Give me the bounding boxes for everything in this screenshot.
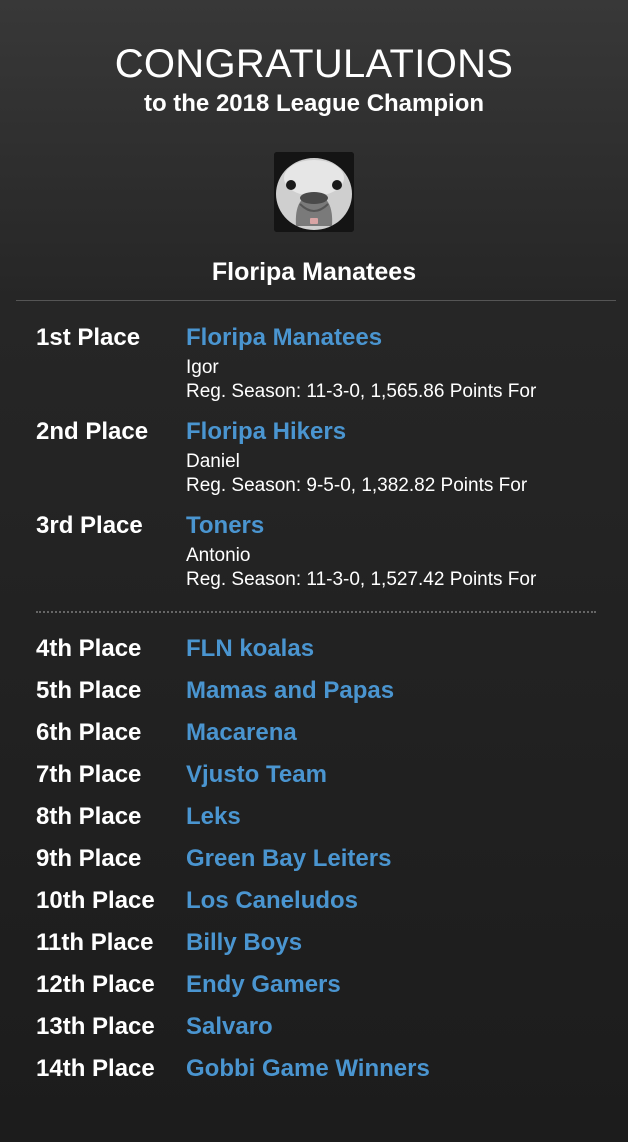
place-label: 1st Place [36, 324, 141, 351]
season-record: Reg. Season: 9-5-0, 1,382.82 Points For [186, 475, 528, 496]
dotted-divider [36, 611, 596, 613]
champion-team-name: Floripa Manatees [211, 258, 417, 286]
podium-row-1st: 1st Place Floripa Manatees Igor Reg. Sea… [0, 322, 628, 416]
section-divider [16, 300, 616, 301]
place-label: 2nd Place [36, 418, 149, 445]
podium-list: 1st Place Floripa Manatees Igor Reg. Sea… [0, 322, 628, 604]
place-label: 11th Place [36, 929, 154, 956]
place-label: 5th Place [36, 677, 142, 704]
place-label: 12th Place [36, 971, 155, 998]
place-label: 4th Place [36, 635, 142, 662]
team-link[interactable]: Salvaro [186, 1010, 273, 1044]
podium-row-3rd: 3rd Place Toners Antonio Reg. Season: 11… [0, 510, 628, 604]
team-link[interactable]: FLN koalas [186, 632, 314, 666]
place-label: 6th Place [36, 719, 142, 746]
team-link[interactable]: Leks [186, 800, 241, 834]
standings-row: 4th Place FLN koalas [0, 632, 628, 674]
team-link[interactable]: Mamas and Papas [186, 674, 394, 708]
standings-row: 11th Place Billy Boys [0, 926, 628, 968]
team-link[interactable]: Green Bay Leiters [186, 842, 391, 876]
team-link[interactable]: Gobbi Game Winners [186, 1052, 430, 1086]
standings-row: 5th Place Mamas and Papas [0, 674, 628, 716]
page-subtitle: to the 2018 League Champion [143, 90, 485, 117]
owner-name: Antonio [186, 545, 251, 566]
place-label: 10th Place [36, 887, 155, 914]
standings-row: 14th Place Gobbi Game Winners [0, 1052, 628, 1094]
team-link[interactable]: Macarena [186, 716, 297, 750]
champion-header: CONGRATULATIONS to the 2018 League Champ… [0, 0, 628, 287]
standings-row: 6th Place Macarena [0, 716, 628, 758]
team-link[interactable]: Los Caneludos [186, 884, 358, 918]
standings-row: 12th Place Endy Gamers [0, 968, 628, 1010]
team-link-floripa-hikers[interactable]: Floripa Hikers [186, 416, 346, 448]
owner-name: Daniel [186, 451, 240, 472]
team-link[interactable]: Vjusto Team [186, 758, 327, 792]
page-title: CONGRATULATIONS [114, 42, 514, 86]
owner-name: Igor [186, 357, 219, 378]
season-record: Reg. Season: 11-3-0, 1,527.42 Points For [186, 569, 537, 590]
standings-row: 10th Place Los Caneludos [0, 884, 628, 926]
team-link-floripa-manatees[interactable]: Floripa Manatees [186, 322, 382, 354]
place-label: 8th Place [36, 803, 142, 830]
standings-row: 7th Place Vjusto Team [0, 758, 628, 800]
place-label: 14th Place [36, 1055, 155, 1082]
podium-row-2nd: 2nd Place Floripa Hikers Daniel Reg. Sea… [0, 416, 628, 510]
team-link-toners[interactable]: Toners [186, 510, 264, 542]
manatee-face-icon[interactable] [274, 152, 354, 232]
place-label: 7th Place [36, 761, 142, 788]
place-label: 9th Place [36, 845, 142, 872]
team-link[interactable]: Endy Gamers [186, 968, 341, 1002]
standings-row: 8th Place Leks [0, 800, 628, 842]
standings-row: 13th Place Salvaro [0, 1010, 628, 1052]
standings-list: 4th Place FLN koalas 5th Place Mamas and… [0, 632, 628, 1094]
standings-row: 9th Place Green Bay Leiters [0, 842, 628, 884]
place-label: 3rd Place [36, 512, 143, 539]
season-record: Reg. Season: 11-3-0, 1,565.86 Points For [186, 381, 537, 402]
team-link[interactable]: Billy Boys [186, 926, 302, 960]
place-label: 13th Place [36, 1013, 155, 1040]
